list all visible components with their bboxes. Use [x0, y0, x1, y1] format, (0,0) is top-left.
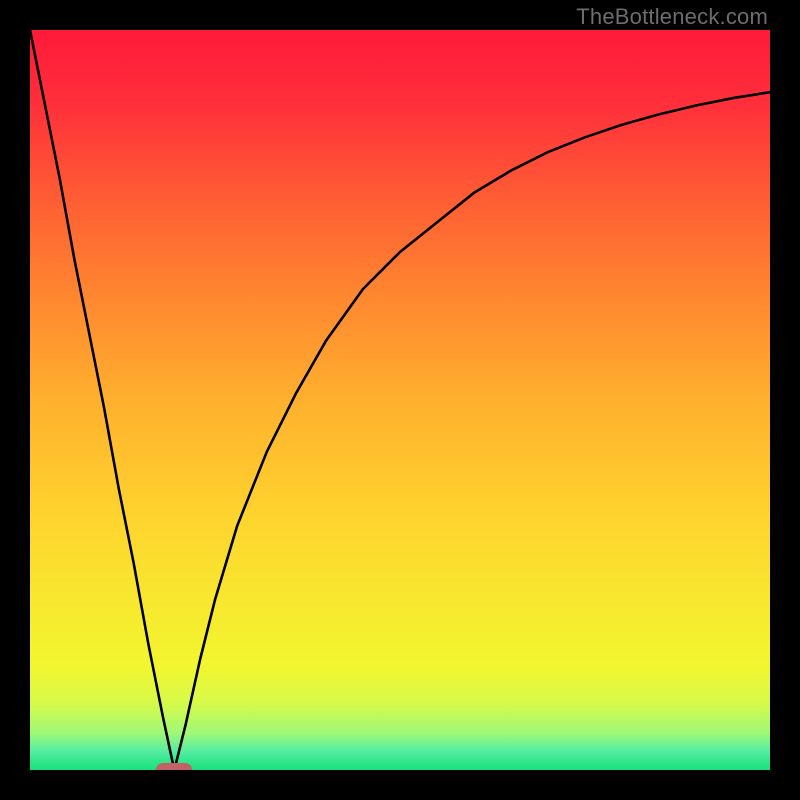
watermark-text: TheBottleneck.com	[576, 4, 768, 30]
plot-area	[30, 30, 770, 770]
optimum-marker	[156, 763, 192, 770]
bottleneck-curve	[30, 30, 770, 770]
chart-frame: TheBottleneck.com	[0, 0, 800, 800]
